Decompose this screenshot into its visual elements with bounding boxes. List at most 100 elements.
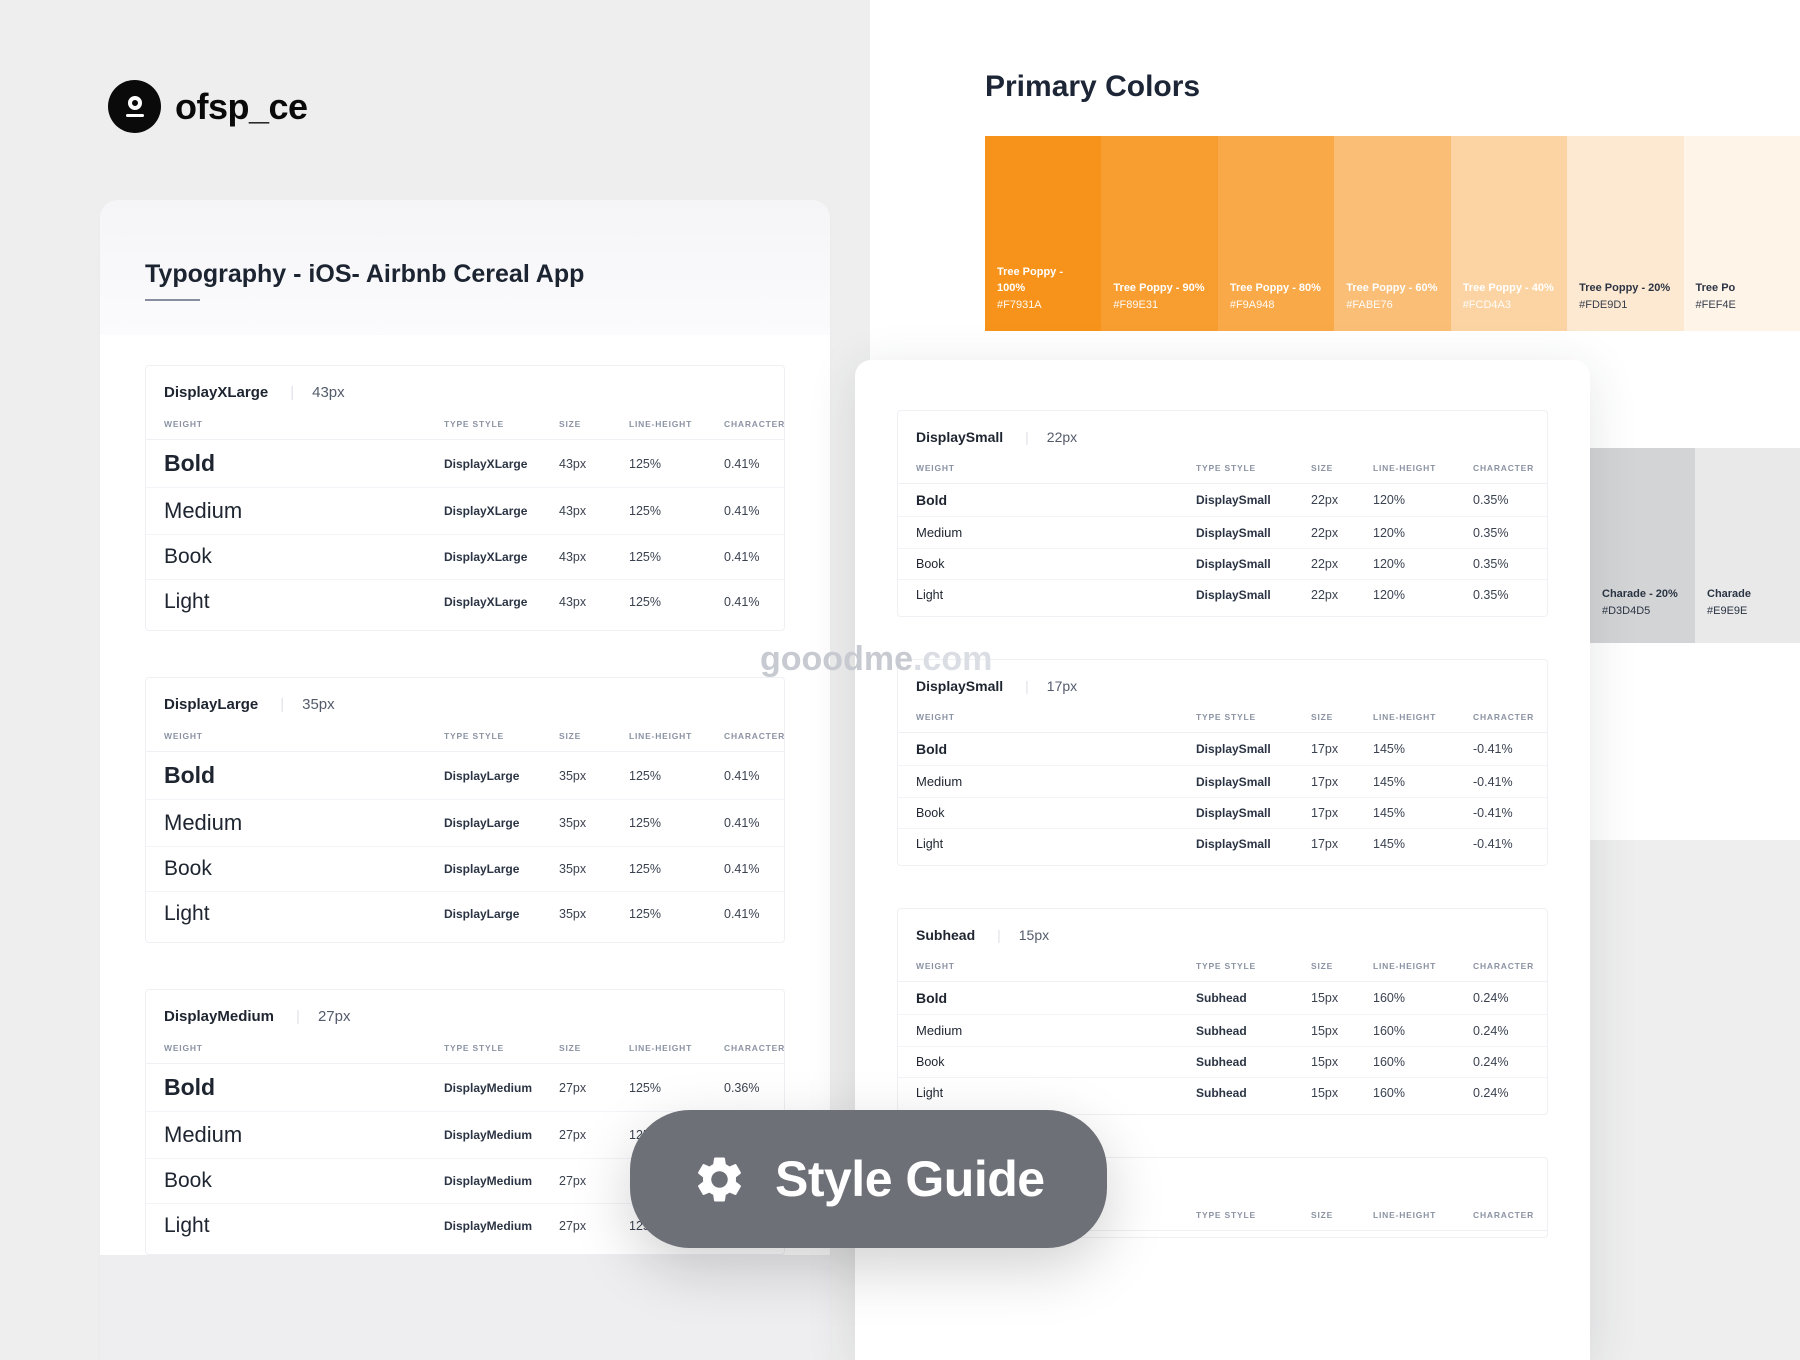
character: 0.24%: [1473, 991, 1563, 1005]
grey-swatch: Charade #E9E9E: [1695, 448, 1800, 643]
type-row: Book DisplaySmall 17px 145% -0.41%: [898, 798, 1547, 829]
character: 0.41%: [724, 457, 814, 471]
color-swatch: Tree Poppy - 20% #FDE9D1: [1567, 136, 1683, 331]
type-row: Bold DisplayMedium 27px 125% 0.36%: [146, 1064, 784, 1112]
type-row: Medium DisplaySmall 17px 145% -0.41%: [898, 766, 1547, 798]
type-size: 27px: [559, 1128, 629, 1142]
line-height: 160%: [1373, 991, 1473, 1005]
badge-label: Style Guide: [775, 1150, 1045, 1208]
swatch-name: Charade - 20%: [1602, 586, 1683, 603]
type-style: DisplaySmall: [1196, 526, 1311, 540]
type-style: DisplayLarge: [444, 769, 559, 783]
swatch-hex: #FABE76: [1346, 297, 1438, 314]
weight-sample: Medium: [916, 525, 1196, 540]
block-size: 27px: [296, 1008, 350, 1025]
type-style: DisplaySmall: [1196, 588, 1311, 602]
weight-sample: Book: [164, 1169, 444, 1193]
character: 0.24%: [1473, 1024, 1563, 1038]
line-height: 125%: [629, 862, 724, 876]
type-size: 22px: [1311, 493, 1373, 507]
block-name: Subhead: [916, 927, 975, 943]
type-style: DisplayXLarge: [444, 504, 559, 518]
type-style: DisplayXLarge: [444, 457, 559, 471]
weight-sample: Book: [916, 557, 1196, 571]
swatch-name: Tree Poppy - 20%: [1579, 280, 1671, 297]
swatch-name: Tree Poppy - 40%: [1463, 280, 1555, 297]
character: 0.36%: [724, 1081, 814, 1095]
character: 0.41%: [724, 907, 814, 921]
type-row: Light DisplayXLarge 43px 125% 0.41%: [146, 580, 784, 624]
swatch-name: Tree Po: [1696, 280, 1788, 297]
swatch-hex: #E9E9E: [1707, 603, 1788, 620]
type-block: Subhead 15px WEIGHTTYPE STYLESIZELINE-HE…: [897, 908, 1548, 1115]
type-row: Bold DisplaySmall 22px 120% 0.35%: [898, 484, 1547, 517]
weight-sample: Bold: [164, 450, 444, 477]
type-row: Book DisplayLarge 35px 125% 0.41%: [146, 847, 784, 892]
block-name: DisplaySmall: [916, 429, 1003, 445]
line-height: 125%: [629, 769, 724, 783]
type-row: Light DisplaySmall 17px 145% -0.41%: [898, 829, 1547, 859]
type-size: 27px: [559, 1081, 629, 1095]
type-size: 15px: [1311, 991, 1373, 1005]
character: 0.35%: [1473, 588, 1563, 602]
weight-sample: Medium: [916, 774, 1196, 789]
type-style: DisplaySmall: [1196, 837, 1311, 851]
type-size: 15px: [1311, 1086, 1373, 1100]
type-size: 17px: [1311, 742, 1373, 756]
type-style: DisplaySmall: [1196, 742, 1311, 756]
line-height: 125%: [629, 907, 724, 921]
weight-sample: Light: [164, 1214, 444, 1238]
type-style: DisplaySmall: [1196, 806, 1311, 820]
character: 0.41%: [724, 862, 814, 876]
swatch-hex: #F7931A: [997, 297, 1089, 314]
block-size: 22px: [1025, 429, 1077, 445]
line-height: 120%: [1373, 526, 1473, 540]
line-height: 125%: [629, 816, 724, 830]
weight-sample: Light: [164, 590, 444, 614]
type-size: 43px: [559, 550, 629, 564]
primary-colors-title: Primary Colors: [985, 70, 1800, 104]
type-style: DisplaySmall: [1196, 775, 1311, 789]
table-header: WEIGHTTYPE STYLESIZELINE-HEIGHTCHARACTER: [898, 449, 1547, 484]
weight-sample: Bold: [164, 1074, 444, 1101]
line-height: 120%: [1373, 493, 1473, 507]
type-style: Subhead: [1196, 991, 1311, 1005]
swatch-hex: #FEF4E: [1696, 297, 1788, 314]
type-style: DisplayXLarge: [444, 595, 559, 609]
block-size: 15px: [997, 927, 1049, 943]
type-size: 17px: [1311, 775, 1373, 789]
line-height: 125%: [629, 595, 724, 609]
character: 0.41%: [724, 769, 814, 783]
swatch-name: Charade: [1707, 586, 1788, 603]
type-row: Book DisplayXLarge 43px 125% 0.41%: [146, 535, 784, 580]
watermark: gooodme.com: [760, 640, 992, 679]
color-swatch: Tree Poppy - 90% #F89E31: [1101, 136, 1217, 331]
type-size: 35px: [559, 907, 629, 921]
line-height: 120%: [1373, 557, 1473, 571]
line-height: 145%: [1373, 837, 1473, 851]
character: 0.41%: [724, 816, 814, 830]
type-style: DisplayLarge: [444, 862, 559, 876]
line-height: 145%: [1373, 775, 1473, 789]
weight-sample: Bold: [916, 492, 1196, 508]
type-size: 22px: [1311, 588, 1373, 602]
weight-sample: Book: [164, 545, 444, 569]
line-height: 120%: [1373, 588, 1473, 602]
swatch-hex: #FCD4A3: [1463, 297, 1555, 314]
type-size: 35px: [559, 862, 629, 876]
type-block: DisplayXLarge 43px WEIGHTTYPE STYLESIZEL…: [145, 365, 785, 631]
type-size: 35px: [559, 816, 629, 830]
line-height: 125%: [629, 504, 724, 518]
table-header: WEIGHTTYPE STYLESIZELINE-HEIGHTCHARACTER: [146, 1029, 784, 1064]
type-row: Medium DisplayXLarge 43px 125% 0.41%: [146, 488, 784, 535]
brand-logo: ofsp_ce: [108, 80, 308, 133]
type-row: Bold Subhead 15px 160% 0.24%: [898, 982, 1547, 1015]
type-row: Light DisplayLarge 35px 125% 0.41%: [146, 892, 784, 936]
type-size: 43px: [559, 504, 629, 518]
color-swatch: Tree Poppy - 100% #F7931A: [985, 136, 1101, 331]
line-height: 160%: [1373, 1024, 1473, 1038]
character: 0.35%: [1473, 557, 1563, 571]
line-height: 125%: [629, 550, 724, 564]
type-row: Book DisplaySmall 22px 120% 0.35%: [898, 549, 1547, 580]
weight-sample: Light: [164, 902, 444, 926]
